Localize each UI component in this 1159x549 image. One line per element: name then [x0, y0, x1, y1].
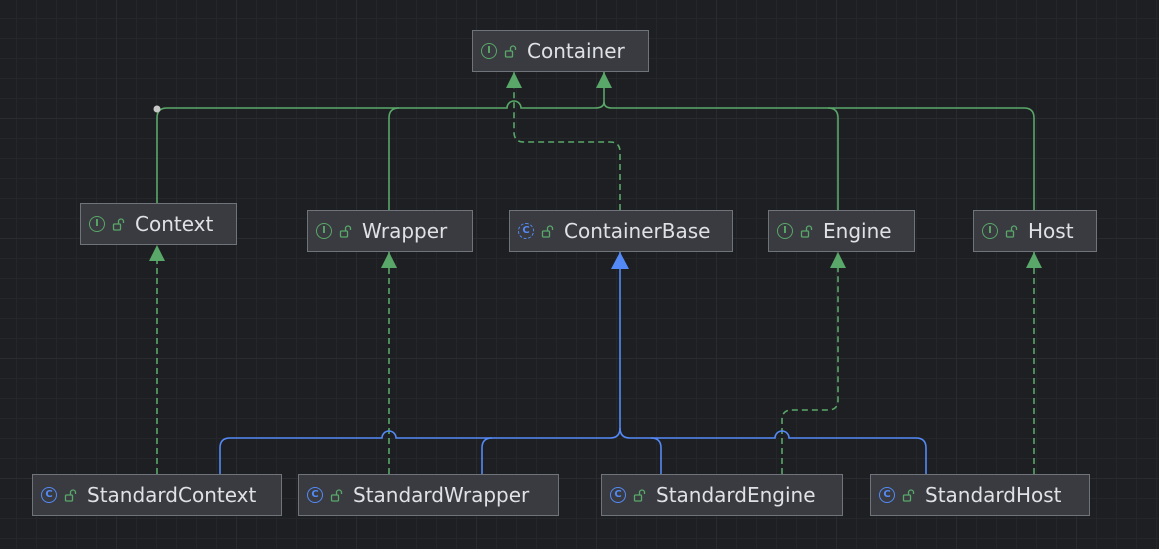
node-standardhost[interactable]: C StandardHost — [870, 474, 1090, 516]
class-icon: C — [41, 487, 57, 503]
arrowhead-wrapper — [381, 252, 397, 268]
public-unlock-icon — [902, 488, 915, 502]
edge-standardhost-containerbase — [651, 430, 927, 474]
edge-junction-dot — [153, 105, 161, 113]
edges-layer — [149, 72, 1042, 474]
node-wrapper[interactable]: I Wrapper — [307, 210, 473, 252]
node-standardcontext[interactable]: C StandardContext — [32, 474, 282, 516]
arrowhead-container-extends — [596, 72, 612, 88]
arrowhead-context — [149, 245, 165, 261]
arrowhead-containerbase — [611, 252, 629, 269]
node-label: StandardHost — [925, 483, 1062, 507]
edge-engine-container — [603, 101, 839, 210]
class-icon: C — [879, 487, 895, 503]
node-containerbase[interactable]: C ContainerBase — [509, 210, 733, 252]
interface-icon: I — [316, 223, 332, 239]
interface-icon: I — [481, 43, 497, 59]
public-unlock-icon — [339, 224, 352, 238]
abstract-class-icon: C — [518, 223, 534, 239]
public-unlock-icon — [330, 488, 343, 502]
public-unlock-icon — [64, 488, 77, 502]
node-standardwrapper[interactable]: C StandardWrapper — [298, 474, 559, 516]
node-label: Container — [527, 39, 625, 63]
node-engine[interactable]: I Engine — [768, 210, 915, 252]
edge-standardcontext-containerbase — [219, 252, 621, 474]
node-label: StandardWrapper — [353, 483, 530, 507]
node-label: Wrapper — [362, 219, 448, 243]
public-unlock-icon — [504, 44, 517, 58]
public-unlock-icon — [633, 488, 646, 502]
public-unlock-icon — [541, 224, 554, 238]
edge-wrapper-container — [388, 107, 400, 210]
diagram-canvas: I Container I Context I Wrapper C Contai… — [0, 0, 1159, 549]
edge-standardengine-containerbase — [619, 427, 662, 474]
class-icon: C — [610, 487, 626, 503]
node-container[interactable]: I Container — [472, 30, 649, 72]
public-unlock-icon — [112, 217, 125, 231]
node-label: Context — [135, 212, 214, 236]
node-label: ContainerBase — [564, 219, 711, 243]
interface-icon: I — [982, 223, 998, 239]
arrowhead-host — [1026, 252, 1042, 268]
edge-standardengine-engine — [781, 252, 839, 474]
node-label: StandardEngine — [656, 483, 816, 507]
arrowhead-container-implements — [506, 72, 522, 88]
interface-icon: I — [89, 216, 105, 232]
node-label: StandardContext — [87, 483, 257, 507]
edge-standardwrapper-containerbase — [481, 437, 493, 474]
public-unlock-icon — [800, 224, 813, 238]
node-label: Host — [1028, 219, 1074, 243]
arrowhead-engine — [830, 252, 846, 268]
node-context[interactable]: I Context — [80, 203, 237, 245]
edge-host-container — [828, 107, 1035, 210]
edge-context-container — [156, 72, 605, 203]
interface-icon: I — [777, 223, 793, 239]
public-unlock-icon — [1005, 224, 1018, 238]
node-host[interactable]: I Host — [973, 210, 1097, 252]
class-icon: C — [307, 487, 323, 503]
node-standardengine[interactable]: C StandardEngine — [601, 474, 843, 516]
node-label: Engine — [823, 219, 892, 243]
